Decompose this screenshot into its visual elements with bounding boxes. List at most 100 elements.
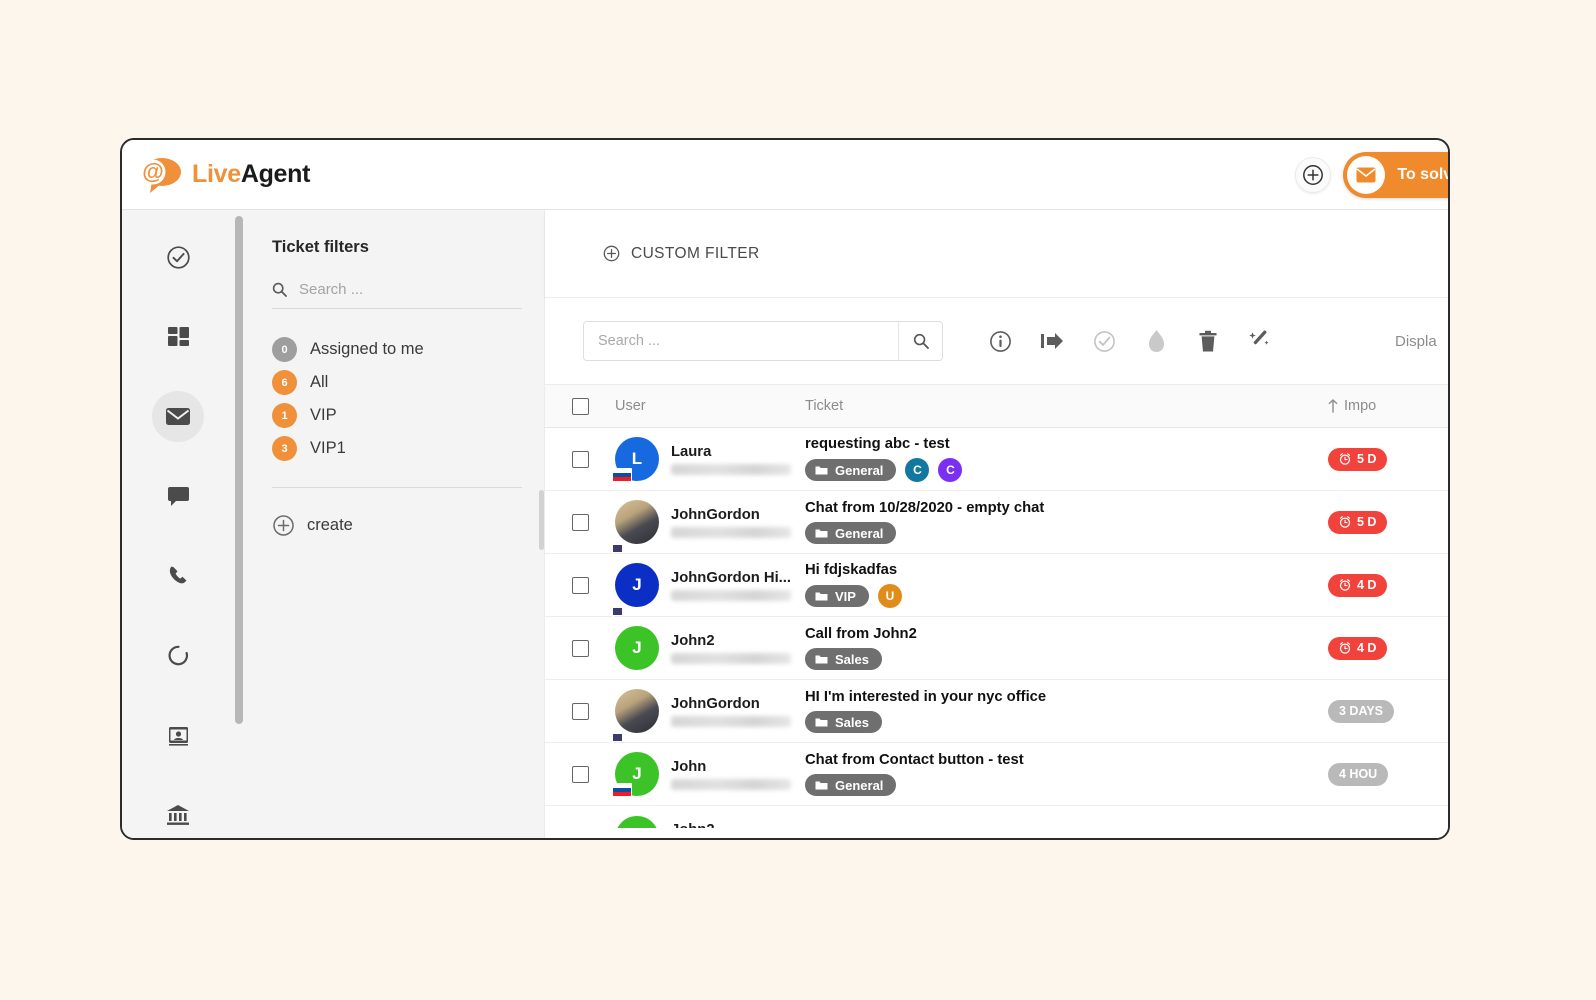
department-tag[interactable]: General: [805, 522, 897, 544]
filter-item-vip[interactable]: 1 VIP: [272, 399, 522, 432]
row-checkbox[interactable]: [571, 576, 589, 594]
status-badge: 5 D: [1328, 510, 1388, 534]
table-row[interactable]: JohnGordon Chat from 10/28/2020 - empty …: [545, 491, 1448, 563]
ticket-action-icons: [985, 326, 1275, 356]
table-row[interactable]: JohnGordon HI I'm interested in your nyc…: [545, 680, 1448, 752]
sidebar-item-customers[interactable]: [152, 710, 204, 761]
rail-scrollbar[interactable]: [234, 210, 244, 838]
select-all-cell: [545, 397, 615, 415]
filter-item-all[interactable]: 6 All: [272, 366, 522, 399]
rail-scrollbar-thumb[interactable]: [235, 216, 243, 724]
department-tag[interactable]: Sales: [805, 648, 882, 670]
folder-icon: [815, 780, 828, 791]
search-icon: [913, 333, 929, 349]
table-row[interactable]: L Laura requesting abc - test General C …: [545, 428, 1448, 491]
logo-text-live: Live: [192, 160, 241, 188]
info-button[interactable]: [985, 326, 1015, 356]
sidebar-item-knowledge-base[interactable]: [152, 789, 204, 838]
avatar: J: [612, 563, 659, 626]
magic-button[interactable]: [1245, 326, 1275, 356]
row-user-email-redacted: [671, 463, 791, 475]
department-tag-label: General: [835, 777, 884, 793]
priority-button[interactable]: [1141, 326, 1171, 356]
row-ticket-subject: Call from John2: [805, 626, 917, 642]
sidebar-item-activity[interactable]: [152, 630, 204, 681]
search-input[interactable]: [584, 322, 898, 360]
transfer-button[interactable]: [1037, 326, 1067, 356]
status-badge: 4 D: [1328, 636, 1388, 660]
status-badge: 4 D: [1328, 573, 1388, 597]
sidebar-item-calls[interactable]: [152, 551, 204, 602]
resolve-button[interactable]: [1089, 326, 1119, 356]
status-badge: 5 D: [1328, 447, 1388, 471]
column-header-importance[interactable]: Impo: [1328, 398, 1448, 414]
ticket-list-pane: CUSTOM FILTER Search ... Displa User Tic…: [544, 210, 1448, 838]
alarm-clock-icon: [1339, 642, 1351, 654]
status-badge-label: 4 HOU: [1339, 767, 1378, 781]
select-all-checkbox[interactable]: [571, 397, 589, 415]
avatar-photo: [615, 689, 659, 733]
filter-search-input[interactable]: [299, 281, 522, 298]
filter-item-assigned-to-me[interactable]: 0 Assigned to me: [272, 333, 522, 366]
sidebar-item-tasks[interactable]: [152, 232, 204, 283]
row-checkbox[interactable]: [571, 639, 589, 657]
alarm-clock-icon: [1339, 579, 1351, 591]
display-options-label[interactable]: Displa: [1395, 333, 1437, 350]
filter-item-vip1[interactable]: 3 VIP1: [272, 432, 522, 465]
custom-filter-button[interactable]: CUSTOM FILTER: [603, 245, 760, 263]
sidebar-item-tickets[interactable]: [152, 391, 204, 442]
department-tag[interactable]: VIP: [805, 585, 869, 607]
status-badge: 3 DAYS: [1328, 699, 1395, 723]
ticket-list-header: User Ticket Impo: [545, 384, 1448, 428]
create-filter-button[interactable]: create: [272, 514, 522, 537]
alarm-clock-icon: [1339, 516, 1351, 528]
department-tag[interactable]: General: [805, 774, 897, 796]
row-checkbox[interactable]: [571, 450, 589, 468]
row-user-text: John2: [671, 633, 791, 664]
contact-badge[interactable]: C: [938, 458, 963, 482]
logo-text: LiveAgent: [192, 160, 310, 189]
table-row[interactable]: J John2 Call from John2 Sales 4 D: [545, 617, 1448, 680]
row-checkbox[interactable]: [571, 765, 589, 783]
table-row[interactable]: J John Chat from Contact button - test G…: [545, 743, 1448, 806]
table-row[interactable]: J JohnGordon Hi... Hi fdjskadfas VIP U 4…: [545, 554, 1448, 626]
folder-icon: [815, 591, 828, 602]
contact-card-icon: [166, 723, 191, 748]
row-ticket-subject: requesting abc - test: [805, 436, 950, 452]
sidebar-item-dashboard[interactable]: [152, 312, 204, 363]
flag-usa-icon: [612, 607, 614, 626]
column-header-user[interactable]: User: [615, 398, 805, 414]
liveagent-app-window: @ LiveAgent To sol Ticket filters Search…: [120, 138, 1450, 840]
status-badge-label: 3 DAYS: [1339, 704, 1384, 718]
row-importance-cell: 4 D: [1328, 636, 1448, 660]
row-user-email-redacted: [671, 652, 791, 664]
flame-icon: [1147, 329, 1166, 353]
column-header-ticket[interactable]: Ticket: [805, 398, 1328, 414]
contact-badge[interactable]: C: [905, 458, 930, 482]
row-ticket-cell: Hi fdjskadfas VIP U: [805, 562, 1328, 608]
delete-button[interactable]: [1193, 326, 1223, 356]
bank-icon: [165, 803, 191, 827]
row-user-text: JohnGordon Hi...: [671, 570, 791, 601]
filter-item-label: Assigned to me: [310, 340, 424, 358]
row-checkbox[interactable]: [571, 702, 589, 720]
row-select-cell: [545, 576, 615, 594]
to-solve-button[interactable]: To solve 1: [1343, 152, 1448, 198]
phone-icon: [166, 563, 191, 588]
column-header-importance-label: Impo: [1344, 398, 1377, 414]
row-checkbox[interactable]: [571, 513, 589, 531]
avatar-photo: [615, 500, 659, 544]
app-logo[interactable]: @ LiveAgent: [138, 155, 310, 195]
table-row[interactable]: J John2 Call from John2 - called: [545, 806, 1448, 828]
contact-badge[interactable]: U: [877, 584, 902, 608]
search-button[interactable]: [898, 322, 942, 360]
row-user-email-redacted: [671, 589, 791, 601]
department-tag[interactable]: Sales: [805, 711, 882, 733]
sidebar-item-chats[interactable]: [152, 471, 204, 522]
add-button[interactable]: [1295, 157, 1332, 193]
flag-slovakia-icon: [612, 783, 632, 797]
row-ticket-cell: Chat from Contact button - test General: [805, 752, 1328, 796]
department-tag[interactable]: General: [805, 459, 897, 481]
row-select-cell: [545, 450, 615, 468]
at-speech-bubble-icon: @: [138, 155, 184, 195]
